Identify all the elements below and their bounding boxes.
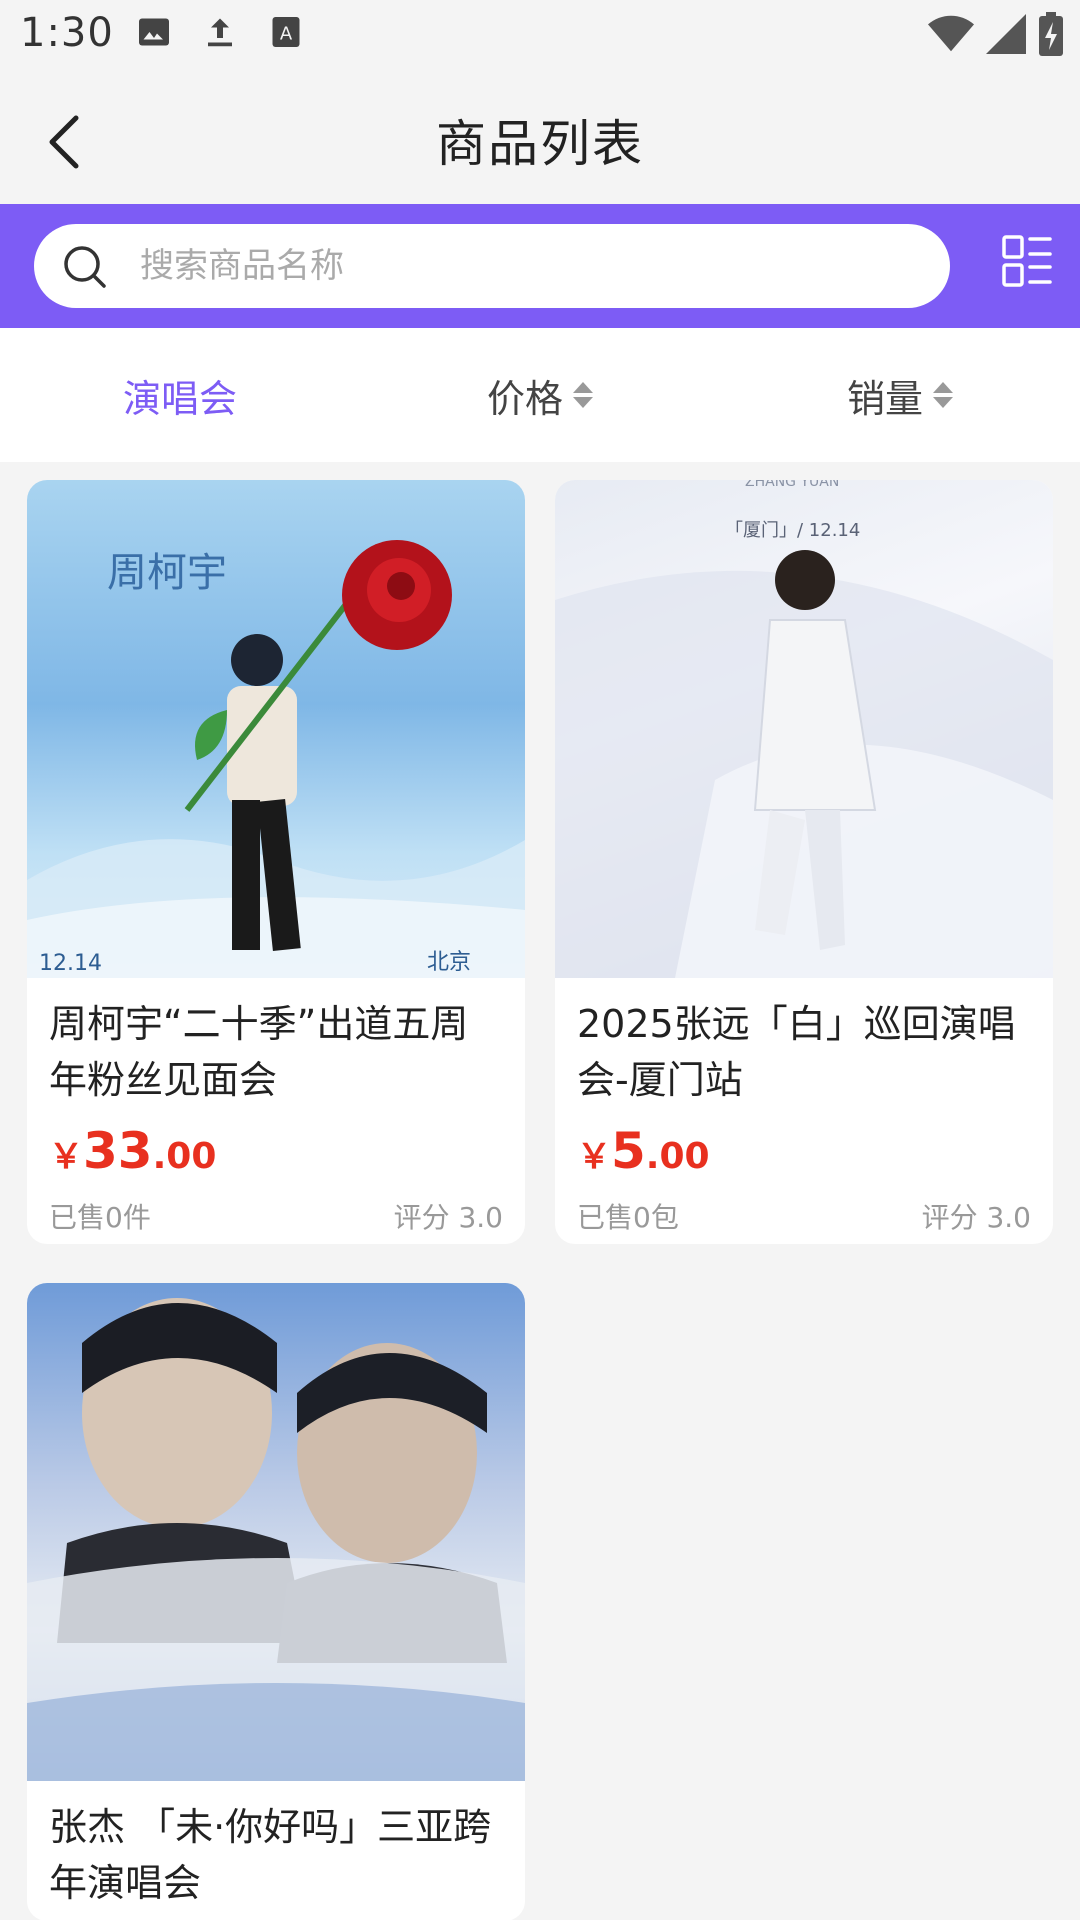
rating: 评分 3.0: [393, 1201, 503, 1234]
filter-tab-concert[interactable]: 演唱会: [0, 328, 360, 462]
poster-caption: 周柯宇: [107, 550, 227, 596]
image-icon: [136, 14, 172, 50]
product-card[interactable]: ZHANG YUAN 「厦门」/ 12.14 2025张远「白」巡回演唱会-厦门…: [555, 480, 1053, 1244]
price-integer: 33: [83, 1122, 153, 1180]
product-title: 周柯宇“二十季”出道五周年粉丝见面会: [49, 1002, 469, 1102]
sort-arrows-icon: [933, 382, 953, 408]
wifi-icon: [928, 14, 974, 54]
filter-tab-price[interactable]: 价格: [360, 328, 720, 462]
search-input[interactable]: [138, 238, 918, 294]
status-bar: 1:30 A: [0, 0, 1080, 74]
search-box[interactable]: [34, 224, 950, 308]
sold-count: 已售0包: [577, 1201, 679, 1234]
poster-caption: ZHANG YUAN: [745, 480, 840, 490]
product-card[interactable]: 周柯宇 12.14 北京 周柯宇“二十季”出道五周年粉丝见面会 ￥33.00 已…: [27, 480, 525, 1244]
poster-caption: 北京: [427, 950, 472, 975]
product-title: 2025张远「白」巡回演唱会-厦门站: [577, 1002, 1016, 1102]
sort-arrows-icon: [573, 382, 593, 408]
filter-tab-label: 演唱会: [122, 376, 237, 421]
status-system-icons: [928, 12, 1064, 56]
price-symbol: ￥: [49, 1137, 83, 1177]
search-bar-area: [0, 204, 1080, 328]
filter-tab-sales[interactable]: 销量: [720, 328, 1080, 462]
page-title: 商品列表: [436, 115, 644, 173]
product-meta: 已售0件 评分 3.0: [27, 1188, 525, 1244]
svg-text:A: A: [280, 24, 293, 45]
filter-bar: 演唱会 价格 销量: [0, 328, 1080, 462]
product-meta: 已售0包 评分 3.0: [555, 1188, 1053, 1244]
filter-tab-label: 价格: [486, 376, 563, 421]
price-symbol: ￥: [577, 1137, 611, 1177]
upload-icon: [202, 14, 238, 50]
poster-caption: 「厦门」/ 12.14: [725, 520, 861, 541]
price-decimal: .00: [645, 1136, 710, 1177]
app-header: 商品列表: [0, 74, 1080, 204]
rating: 评分 3.0: [921, 1201, 1031, 1234]
layout-toggle-button[interactable]: [1002, 234, 1052, 288]
status-time: 1:30: [20, 10, 114, 56]
status-notification-icons: A: [136, 14, 304, 50]
list-grid-icon: [1002, 235, 1052, 287]
font-icon: A: [268, 14, 304, 50]
price-decimal: .00: [152, 1136, 217, 1177]
search-icon: [64, 246, 106, 288]
filter-tab-label: 销量: [846, 376, 923, 421]
product-image: [27, 1283, 525, 1781]
sold-count: 已售0件: [49, 1201, 151, 1234]
product-grid: 周柯宇 12.14 北京 周柯宇“二十季”出道五周年粉丝见面会 ￥33.00 已…: [0, 480, 1080, 1920]
poster-caption: 12.14: [39, 951, 102, 976]
product-image: 周柯宇 12.14 北京: [27, 480, 525, 978]
product-image: ZHANG YUAN 「厦门」/ 12.14: [555, 480, 1053, 978]
cell-signal-icon: [986, 14, 1026, 54]
product-card[interactable]: 张杰 「未·你好吗」三亚跨年演唱会: [27, 1283, 525, 1920]
product-price: ￥33.00: [27, 1118, 525, 1188]
price-integer: 5: [611, 1122, 646, 1180]
product-title: 张杰 「未·你好吗」三亚跨年演唱会: [49, 1805, 492, 1905]
product-price: ￥5.00: [555, 1118, 1053, 1188]
battery-icon: [1038, 12, 1064, 56]
